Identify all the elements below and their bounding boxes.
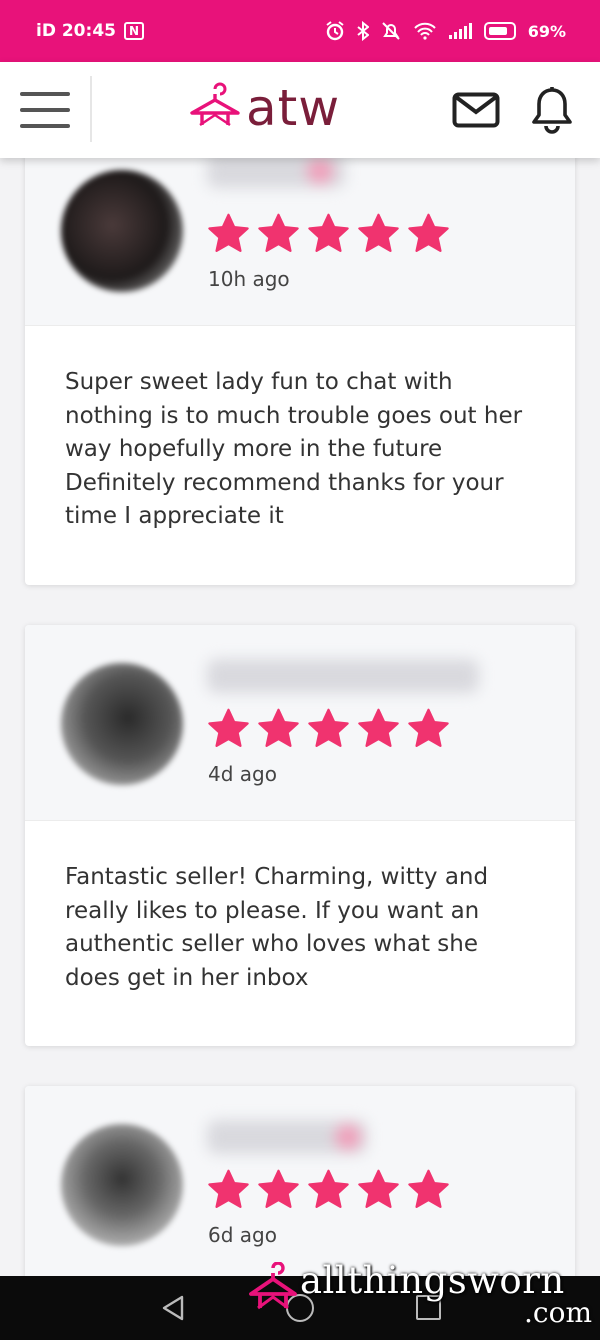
logo-text: atw bbox=[246, 79, 341, 137]
review-header: 4d ago bbox=[25, 625, 575, 821]
star-icon bbox=[358, 1169, 399, 1208]
star-icon bbox=[258, 1169, 299, 1208]
star-icon bbox=[408, 708, 449, 747]
battery-icon bbox=[483, 22, 516, 40]
watermark-text: allthingsworn bbox=[300, 1259, 565, 1302]
star-icon bbox=[308, 708, 349, 747]
nfc-icon: N bbox=[123, 22, 144, 40]
star-icon bbox=[308, 1169, 349, 1208]
alarm-icon bbox=[326, 21, 344, 41]
signal-icon bbox=[448, 23, 472, 39]
avatar[interactable] bbox=[61, 170, 183, 292]
star-icon bbox=[208, 708, 249, 747]
watermark-suffix: .com bbox=[524, 1296, 592, 1329]
battery-percent: 69% bbox=[527, 21, 566, 41]
username-blurred[interactable] bbox=[207, 154, 345, 188]
review-time: 10h ago bbox=[208, 267, 290, 291]
site-logo[interactable]: atw bbox=[188, 78, 340, 138]
star-icon bbox=[308, 213, 349, 252]
star-icon bbox=[408, 1169, 449, 1208]
hanger-watermark-icon bbox=[249, 1262, 297, 1310]
star-icon bbox=[358, 213, 399, 252]
star-icon bbox=[358, 708, 399, 747]
review-card: 4d ago Fantastic seller! Charming, witty… bbox=[25, 625, 575, 1046]
hanger-logo-icon bbox=[190, 82, 240, 127]
bell-icon[interactable] bbox=[530, 86, 574, 136]
review-time: 6d ago bbox=[208, 1223, 277, 1247]
star-icon bbox=[408, 213, 449, 252]
bluetooth-icon bbox=[357, 21, 369, 41]
mail-icon[interactable] bbox=[452, 92, 500, 128]
review-text: Super sweet lady fun to chat with nothin… bbox=[65, 369, 523, 529]
menu-icon[interactable] bbox=[20, 90, 70, 130]
app-header: atw bbox=[0, 62, 600, 158]
review-text: Fantastic seller! Charming, witty and re… bbox=[65, 864, 489, 991]
username-blurred[interactable] bbox=[207, 659, 479, 693]
review-card: 10h ago Super sweet lady fun to chat wit… bbox=[25, 130, 575, 585]
header-divider bbox=[90, 76, 92, 142]
review-time: 4d ago bbox=[208, 762, 277, 786]
back-icon[interactable] bbox=[160, 1294, 186, 1322]
star-icon bbox=[208, 1169, 249, 1208]
status-time: iD 20:45 bbox=[36, 21, 116, 41]
review-header: 10h ago bbox=[25, 130, 575, 326]
avatar[interactable] bbox=[61, 1124, 183, 1246]
star-rating bbox=[207, 212, 450, 255]
watermark: allthingsworn .com bbox=[248, 1259, 592, 1329]
mute-icon bbox=[381, 22, 400, 40]
star-icon bbox=[258, 213, 299, 252]
star-icon bbox=[208, 213, 249, 252]
star-rating bbox=[207, 707, 450, 750]
star-rating bbox=[207, 1168, 450, 1211]
wifi-icon bbox=[413, 22, 436, 40]
star-icon bbox=[258, 708, 299, 747]
avatar[interactable] bbox=[61, 663, 183, 785]
review-header: 6d ago bbox=[25, 1086, 575, 1282]
status-bar: iD 20:45 N 69% bbox=[0, 0, 600, 62]
username-blurred[interactable] bbox=[207, 1120, 367, 1154]
